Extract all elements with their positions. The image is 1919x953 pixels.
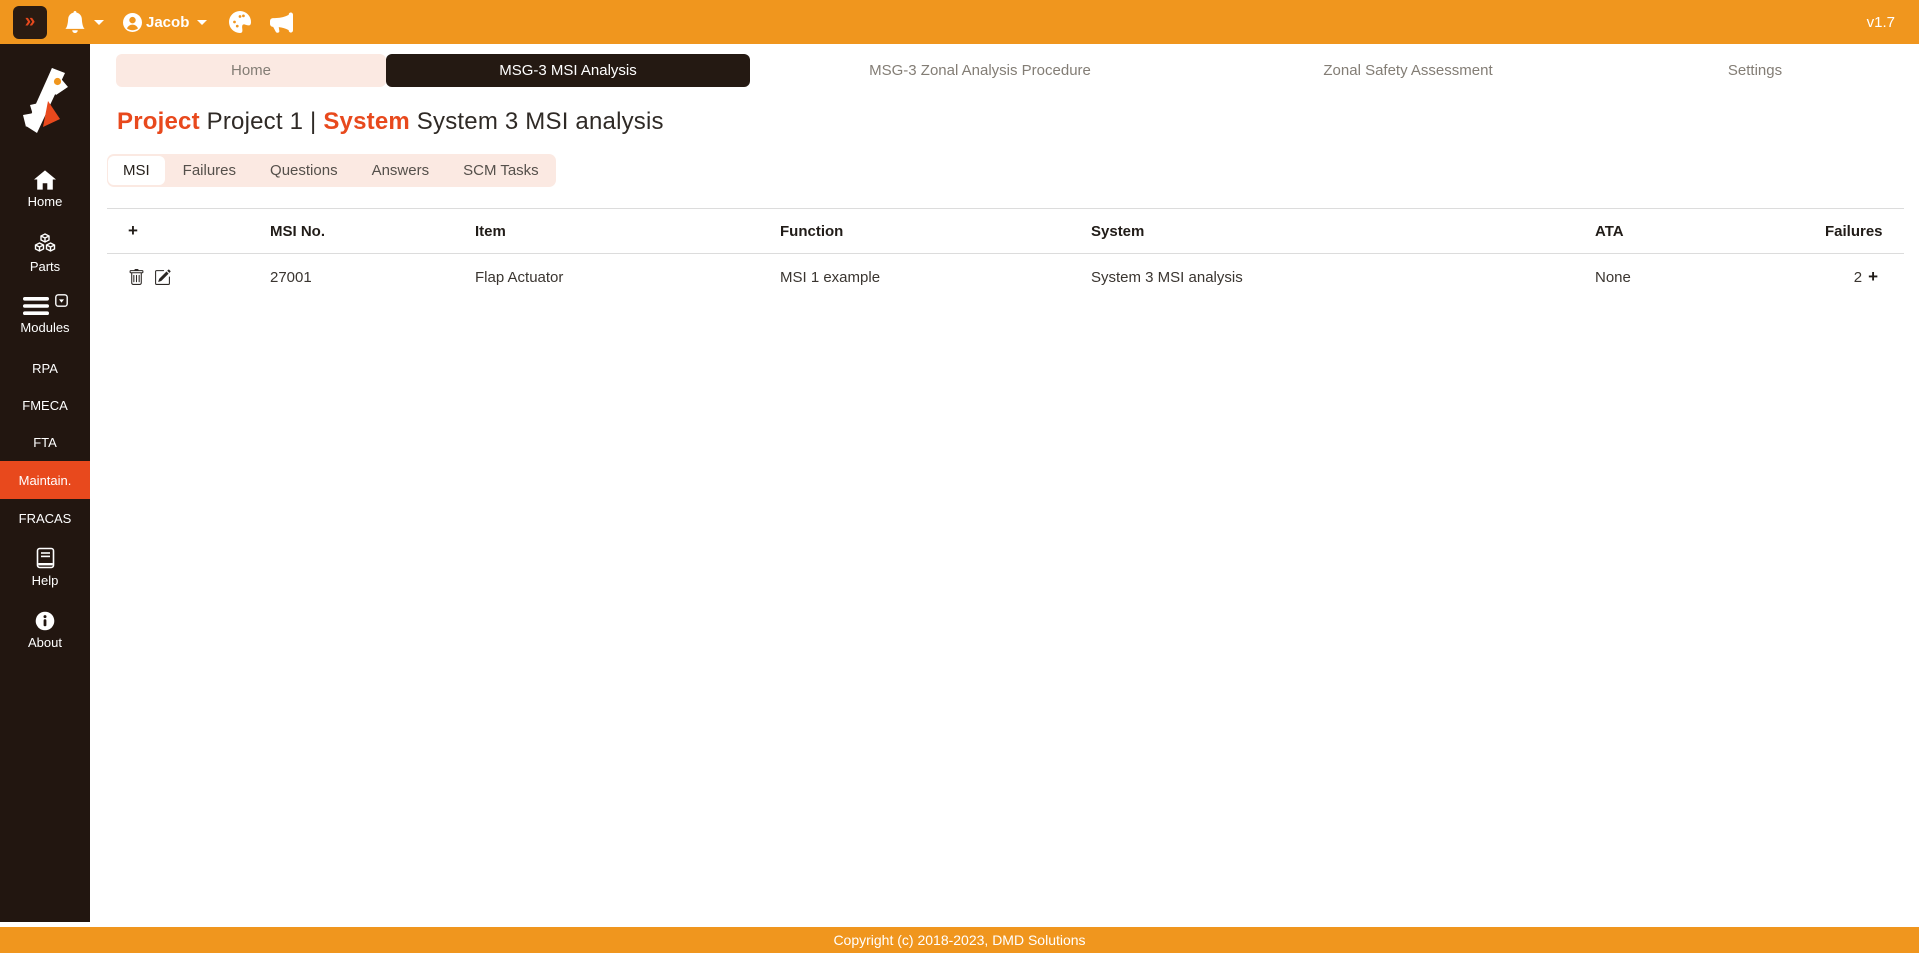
sidebar-item-fta[interactable]: FTA [0, 435, 90, 450]
sidebar-item-label: FRACAS [18, 511, 72, 526]
user-caret-icon [197, 19, 208, 25]
sidebar-item-fracas[interactable]: FRACAS [0, 511, 90, 526]
theme-button[interactable] [229, 11, 252, 33]
tab-msg3-zonal-analysis-procedure[interactable]: MSG-3 Zonal Analysis Procedure [750, 54, 1210, 87]
sidebar-item-label: Maintain. [18, 472, 72, 488]
subtab-label: Failures [182, 162, 237, 179]
analysis-subtab-bar: MSI Failures Questions Answers SCM Tasks [107, 154, 556, 187]
megaphone-icon [270, 11, 294, 33]
sidebar-item-label: FMECA [22, 398, 68, 413]
cell-failures-count: 2 [1853, 269, 1863, 286]
sidebar: Home Parts Modules RPA FMECA FTA Maintai… [0, 44, 90, 922]
subtab-label: SCM Tasks [463, 162, 539, 179]
sidebar-item-parts[interactable]: Parts [0, 233, 90, 274]
tab-zonal-safety-assessment[interactable]: Zonal Safety Assessment [1210, 54, 1606, 87]
subtab-scm-tasks[interactable]: SCM Tasks [447, 154, 555, 187]
page-title: Project Project 1 | System System 3 MSI … [117, 108, 1904, 136]
cubes-icon [34, 233, 56, 252]
cell-ata: None [1595, 268, 1631, 286]
menu-icon [22, 297, 49, 315]
double-chevron-icon: » [24, 10, 36, 32]
col-header-system: System [1091, 208, 1595, 254]
palette-icon [229, 11, 252, 33]
tab-settings[interactable]: Settings [1606, 54, 1904, 87]
expand-box-icon [54, 294, 68, 307]
system-label: System [323, 108, 410, 135]
sidebar-item-rpa[interactable]: RPA [0, 361, 90, 376]
tab-label: MSG-3 Zonal Analysis Procedure [869, 62, 1091, 79]
add-failure-button[interactable]: + [1868, 267, 1878, 286]
cell-msi-no: 27001 [270, 268, 312, 286]
tab-msg3-msi-analysis[interactable]: MSG-3 MSI Analysis [386, 54, 750, 87]
subtab-msi[interactable]: MSI [108, 156, 165, 185]
sidebar-item-about[interactable]: About [0, 611, 90, 650]
subtab-label: Questions [270, 162, 338, 179]
sidebar-item-label: Help [31, 573, 59, 588]
app-logo[interactable] [13, 58, 77, 144]
home-icon [34, 170, 56, 190]
subtab-label: MSI [123, 162, 150, 179]
book-icon [36, 547, 54, 569]
sidebar-item-label: FTA [33, 435, 57, 450]
announcements-button[interactable] [270, 11, 294, 34]
col-header-msi-no: MSI No. [270, 208, 475, 254]
msi-table-header-row: + MSI No. Item Function System ATA Failu… [107, 208, 1904, 254]
add-msi-button[interactable]: + [128, 221, 138, 240]
tab-label: Settings [1727, 62, 1783, 79]
main-content: Home MSG-3 MSI Analysis MSG-3 Zonal Anal… [90, 44, 1919, 300]
module-tab-bar: Home MSG-3 MSI Analysis MSG-3 Zonal Anal… [116, 54, 1904, 87]
project-label: Project [117, 108, 200, 135]
system-name: System 3 MSI analysis [416, 108, 664, 135]
col-header-function: Function [780, 208, 1091, 254]
sidebar-item-label: Home [27, 194, 63, 209]
sidebar-item-label: RPA [32, 361, 58, 376]
sidebar-item-label: About [28, 635, 62, 650]
col-header-failures: Failures [1825, 208, 1904, 254]
col-header-ata: ATA [1595, 208, 1825, 254]
msi-table-row: 27001 Flap Actuator MSI 1 example System… [107, 254, 1904, 301]
app-version: v1.7 [1866, 13, 1895, 31]
subtab-failures[interactable]: Failures [167, 154, 252, 187]
tab-label: Zonal Safety Assessment [1323, 62, 1493, 79]
sidebar-item-label: Parts [29, 259, 61, 274]
title-separator: | [303, 108, 324, 135]
delete-icon[interactable] [128, 268, 145, 286]
msi-table: + MSI No. Item Function System ATA Failu… [107, 208, 1904, 300]
subtab-answers[interactable]: Answers [356, 154, 446, 187]
tab-home[interactable]: Home [116, 54, 386, 87]
notifications-caret-icon [94, 19, 104, 25]
user-menu[interactable]: Jacob [123, 12, 208, 32]
notifications-button[interactable] [64, 11, 86, 33]
sidebar-item-home[interactable]: Home [0, 170, 90, 209]
tab-label: MSG-3 MSI Analysis [499, 62, 637, 79]
subtab-questions[interactable]: Questions [254, 154, 354, 187]
topbar: » Jacob v1.7 [0, 0, 1919, 44]
sidebar-item-label: Modules [20, 320, 70, 335]
copyright-text: Copyright (c) 2018-2023, DMD Solutions [833, 932, 1086, 948]
cell-system: System 3 MSI analysis [1091, 268, 1243, 286]
info-circle-icon [35, 611, 55, 631]
col-header-item: Item [475, 208, 780, 254]
sidebar-item-fmeca[interactable]: FMECA [0, 398, 90, 413]
user-name: Jacob [146, 13, 190, 31]
person-circle-icon [123, 12, 142, 32]
sidebar-item-modules[interactable]: Modules [0, 294, 90, 335]
bell-icon [65, 11, 85, 33]
sidebar-item-help[interactable]: Help [0, 547, 90, 588]
subtab-label: Answers [371, 162, 430, 179]
sidebar-item-maintain-active[interactable]: Maintain. [0, 461, 90, 499]
bird-logo-icon [23, 68, 68, 133]
footer: Copyright (c) 2018-2023, DMD Solutions [0, 927, 1919, 953]
project-name: Project 1 [206, 108, 304, 135]
edit-icon[interactable] [154, 269, 171, 286]
cell-function: MSI 1 example [780, 268, 881, 286]
cell-item: Flap Actuator [475, 268, 564, 286]
sidebar-collapse-button[interactable]: » [13, 5, 47, 39]
tab-label: Home [230, 62, 271, 79]
